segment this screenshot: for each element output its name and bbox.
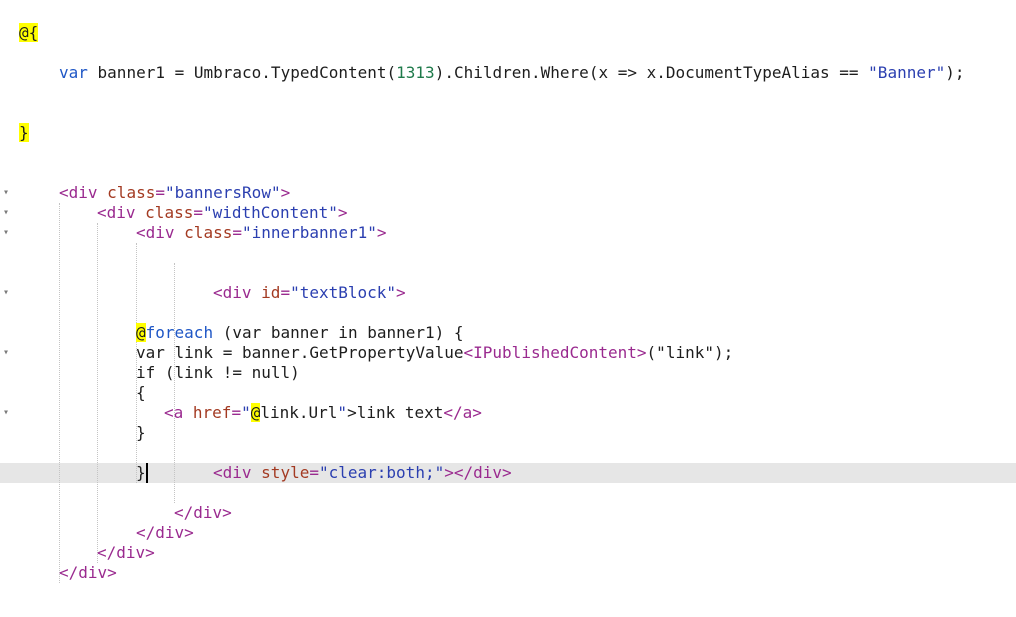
code-token: <div [213, 283, 262, 302]
code-token: = [193, 203, 203, 222]
code-token: href [192, 403, 232, 422]
code-token: = [309, 463, 319, 482]
code-token: "textBlock" [290, 283, 397, 302]
code-token: "bannersRow" [164, 183, 281, 202]
code-token: <div [97, 203, 146, 222]
code-text: </div> [136, 523, 194, 543]
code-token: if (link != null) [136, 363, 300, 382]
code-token: = [280, 283, 291, 302]
code-token: link.Url [260, 403, 338, 422]
code-text: </div> [59, 563, 117, 583]
code-token: = [155, 183, 165, 202]
code-token: class [184, 223, 233, 242]
code-text: { [136, 383, 146, 403]
code-line[interactable]: </div> [0, 543, 1016, 563]
code-token: id [261, 283, 281, 302]
code-text: </div> [174, 503, 232, 523]
code-token: </div> [174, 503, 232, 522]
code-text: <div class="innerbanner1"> [136, 223, 386, 243]
code-text: <div class="widthContent"> [97, 203, 347, 223]
code-text: if (link != null) [136, 363, 300, 383]
code-token: "Banner" [868, 63, 946, 82]
code-token: <div [213, 463, 262, 482]
code-token: @ [136, 323, 146, 342]
code-line[interactable]: } [0, 423, 1016, 443]
code-line[interactable]: var banner1 = Umbraco.TypedContent(1313)… [0, 63, 1016, 83]
code-token: </a> [443, 403, 482, 422]
code-token: >link text [347, 403, 444, 422]
code-token: ).Children.Where(x => x.DocumentTypeAlia… [434, 63, 869, 82]
code-line[interactable]: { [0, 383, 1016, 403]
code-token: </div> [97, 543, 155, 562]
code-line[interactable]: </div> [0, 503, 1016, 523]
code-token: { [136, 383, 146, 402]
code-token: class [107, 183, 156, 202]
code-token: "innerbanner1" [241, 223, 377, 242]
code-token: "clear:both;" [318, 463, 445, 482]
code-text: <div class="bannersRow"> [59, 183, 290, 203]
code-token: (var banner in banner1) { [213, 323, 464, 342]
code-line[interactable]: <div id="textBlock"> [0, 283, 1016, 303]
code-text: } [19, 123, 29, 143]
code-token: </div> [59, 563, 117, 582]
code-token: ("link"); [646, 343, 734, 362]
code-line[interactable]: <div class="widthContent"> [0, 203, 1016, 223]
code-token: <a [164, 403, 193, 422]
code-token: foreach [145, 323, 214, 342]
code-token: = [232, 223, 242, 242]
code-text: </div> [97, 543, 155, 563]
code-token: style [261, 463, 310, 482]
code-line[interactable]: if (link != null) [0, 363, 1016, 383]
code-token: var [59, 63, 88, 82]
code-token: ); [945, 63, 965, 82]
code-line[interactable]: <div style="clear:both;"></div> [0, 463, 1016, 483]
code-line[interactable]: <a href="@link.Url">link text</a> [0, 403, 1016, 423]
code-token: <div [59, 183, 108, 202]
code-token: @{ [19, 23, 39, 42]
code-token: > [280, 183, 291, 202]
code-line[interactable]: </div> [0, 563, 1016, 583]
code-token: } [19, 123, 29, 142]
code-text: <div style="clear:both;"></div> [213, 463, 512, 483]
code-line[interactable]: @{ [0, 23, 1016, 43]
code-text: var banner1 = Umbraco.TypedContent(1313)… [59, 63, 965, 83]
code-token: "widthContent" [202, 203, 338, 222]
code-token: @ [250, 403, 261, 422]
code-token: 1313 [396, 63, 435, 82]
code-token: " [241, 403, 251, 422]
code-text: @{ [19, 23, 39, 43]
code-text: @foreach (var banner in banner1) { [136, 323, 464, 343]
text-caret [146, 463, 148, 483]
code-token: class [145, 203, 194, 222]
code-line[interactable]: @foreach (var banner in banner1) { [0, 323, 1016, 343]
code-token: <IPublishedContent> [463, 343, 647, 362]
code-text: <a href="@link.Url">link text</a> [164, 403, 482, 423]
code-token: > [376, 223, 387, 242]
code-line[interactable]: <div class="innerbanner1"> [0, 223, 1016, 243]
code-token: > [337, 203, 348, 222]
code-text: var link = banner.GetPropertyValue<IPubl… [136, 343, 733, 363]
code-line[interactable]: } [0, 123, 1016, 143]
code-token: } [136, 423, 146, 442]
code-token: = [231, 403, 242, 422]
code-token: " [337, 403, 348, 422]
code-text: <div id="textBlock"> [213, 283, 406, 303]
code-text: } [136, 423, 146, 443]
code-token: ></div> [444, 463, 512, 482]
code-token: <div [136, 223, 185, 242]
code-line[interactable]: <div class="bannersRow"> [0, 183, 1016, 203]
code-token: banner1 = Umbraco.TypedContent( [87, 63, 397, 82]
code-token: > [396, 283, 406, 302]
code-token: var link = banner.GetPropertyValue [136, 343, 464, 362]
code-line[interactable]: var link = banner.GetPropertyValue<IPubl… [0, 343, 1016, 363]
code-token: </div> [136, 523, 194, 542]
code-line[interactable]: </div> [0, 523, 1016, 543]
